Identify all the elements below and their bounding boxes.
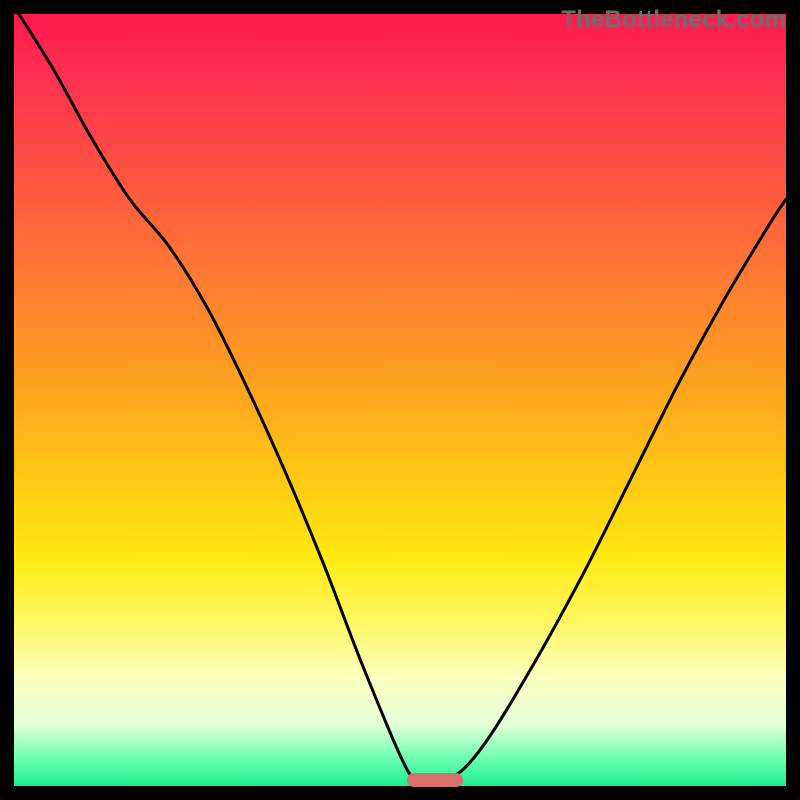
optimal-marker: [407, 773, 463, 787]
bottleneck-curve: [14, 14, 786, 786]
plot-area: [14, 14, 786, 786]
watermark-text: TheBottleneck.com: [561, 6, 786, 34]
